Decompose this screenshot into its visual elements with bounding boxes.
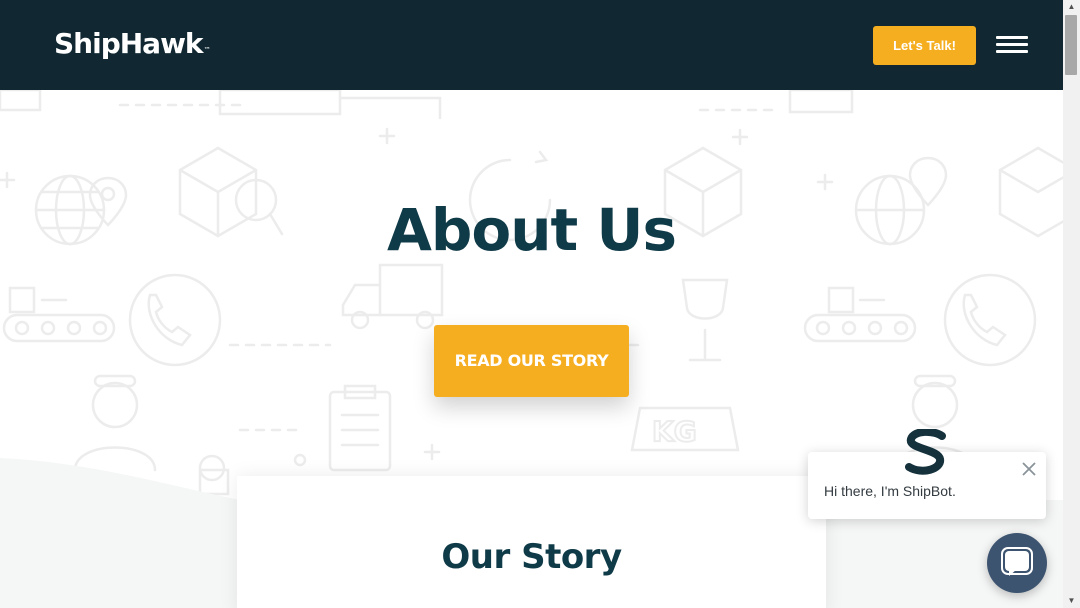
scroll-up-arrow-icon[interactable]: ▲ [1063,0,1080,14]
our-story-card: Our Story [237,476,826,608]
shiphawk-logo[interactable]: ShipHawk™ [54,27,211,61]
kg-pattern-label: KG [652,415,697,448]
chat-icon [1001,547,1033,576]
read-our-story-button[interactable]: READ OUR STORY [434,325,629,397]
menu-bar [996,36,1028,39]
logo-trademark: ™ [203,46,211,54]
site-header: ShipHawk™ Let's Talk! [0,0,1063,90]
menu-icon[interactable] [996,36,1028,54]
our-story-heading: Our Story [441,537,622,577]
lets-talk-button[interactable]: Let's Talk! [873,26,976,65]
page-title: About Us [386,196,677,264]
scroll-down-arrow-icon[interactable]: ▼ [1063,594,1080,608]
scrollbar-thumb[interactable] [1065,15,1077,75]
menu-bar [996,50,1028,53]
chat-launcher-button[interactable] [987,533,1047,593]
shipbot-avatar-icon [905,429,946,475]
close-icon[interactable] [1019,459,1039,479]
logo-text: ShipHawk [54,27,204,60]
hero-section: KG About Us READ OUR STORY Our Story [0,90,1063,608]
menu-bar [996,43,1028,46]
page-scrollbar[interactable]: ▲ ▼ [1063,0,1080,608]
chat-greeting-text: Hi there, I'm ShipBot. [824,483,956,499]
